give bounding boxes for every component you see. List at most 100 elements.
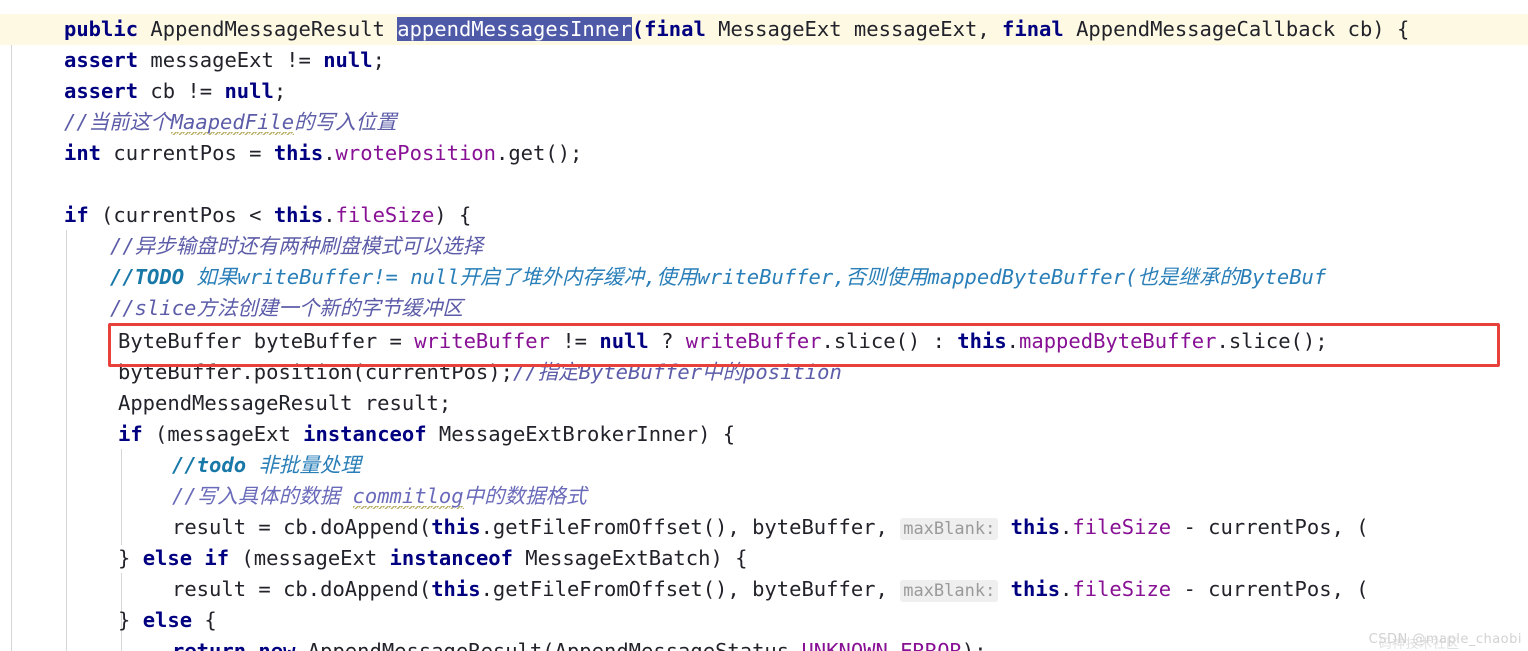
code-line-13[interactable]: AppendMessageResult result; <box>0 388 1528 419</box>
keyword-this: this <box>273 203 324 227</box>
todo-comment-text: 如果writeBuffer!= null开启了堆外内存缓冲,使用writeBuf… <box>184 265 1327 289</box>
comment-text: //slice方法创建一个新的字节缓冲区 <box>110 296 463 320</box>
keyword-return: return <box>172 639 247 651</box>
dot: . <box>1006 329 1020 353</box>
slice-call-1: .slice() : <box>821 329 958 353</box>
semicolon: ; <box>273 79 287 103</box>
code-line-8[interactable]: //异步输盘时还有两种刷盘模式可以选择 <box>0 231 1528 262</box>
code-line-3[interactable]: assert cb != null; <box>0 76 1528 107</box>
code-line-17[interactable]: result = cb.doAppend(this.getFileFromOff… <box>0 512 1528 543</box>
keyword-instanceof: instanceof <box>389 546 513 570</box>
keyword-if: if <box>64 203 89 227</box>
type-check: MessageExtBatch) { <box>512 546 748 570</box>
do-append-call: result = cb.doAppend( <box>172 577 432 601</box>
keyword-assert: assert <box>64 48 139 72</box>
code-line-19[interactable]: result = cb.doAppend(this.getFileFromOff… <box>0 574 1528 605</box>
dot: . <box>1060 577 1073 601</box>
keyword-if: if <box>204 546 230 570</box>
keyword-int: int <box>64 141 102 165</box>
field-fileSize: fileSize <box>335 203 435 227</box>
keyword-this: this <box>431 515 481 539</box>
method-call-get: .get(); <box>496 141 583 165</box>
field-wrotePosition: wrotePosition <box>335 141 496 165</box>
ternary-question: ? <box>648 329 686 353</box>
brace-close: } <box>118 546 143 570</box>
field-writeBuffer-2: writeBuffer <box>685 329 822 353</box>
param-2: AppendMessageCallback cb) { <box>1063 17 1410 41</box>
assert-expr: cb != <box>138 79 225 103</box>
constructor-call: AppendMessageResult(AppendMessageStatus. <box>295 639 802 651</box>
selected-method-name[interactable]: appendMessagesInner <box>397 17 632 41</box>
keyword-public: public <box>64 17 139 41</box>
code-line-20[interactable]: } else { <box>0 605 1528 636</box>
code-line-6-blank[interactable] <box>0 169 1528 200</box>
slice-call-2: .slice(); <box>1216 329 1328 353</box>
return-type: AppendMessageResult <box>138 17 398 41</box>
code-line-4[interactable]: //当前这个MaapedFile的写入位置 <box>0 107 1528 138</box>
comment-text: //当前这个 <box>64 110 171 134</box>
field-mappedByteBuffer: mappedByteBuffer <box>1019 329 1217 353</box>
dot: . <box>323 141 336 165</box>
code-content[interactable]: public AppendMessageResult appendMessage… <box>0 0 1528 651</box>
field-writeBuffer-1: writeBuffer <box>414 329 550 353</box>
parameter-hint-maxBlank[interactable]: maxBlank: <box>900 518 999 540</box>
code-line-15[interactable]: //todo 非批量处理 <box>0 450 1528 481</box>
code-line-7[interactable]: if (currentPos < this.fileSize) { <box>0 200 1528 231</box>
dot: . <box>323 203 336 227</box>
code-line-5[interactable]: int currentPos = this.wrotePosition.get(… <box>0 138 1528 169</box>
if-condition: (messageExt <box>142 422 304 446</box>
keyword-this: this <box>431 577 481 601</box>
keyword-final-2: final <box>1002 17 1064 41</box>
not-equal-op: != <box>549 329 600 353</box>
keyword-instanceof: instanceof <box>303 422 427 446</box>
keyword-null: null <box>224 79 274 103</box>
keyword-else: else <box>142 546 193 570</box>
expression-tail: - currentPos, ( <box>1171 577 1369 601</box>
keyword-new: new <box>258 639 296 651</box>
comment-typo-word: MaapedFile <box>170 110 295 135</box>
brace-open: { <box>192 608 217 632</box>
keyword-null: null <box>323 48 373 72</box>
code-line-21[interactable]: return new AppendMessageResult(AppendMes… <box>0 636 1528 651</box>
if-condition: (currentPos < <box>88 203 274 227</box>
get-file-from-offset: .getFileFromOffset(), byteBuffer, <box>480 577 901 601</box>
keyword-assert: assert <box>64 79 139 103</box>
todo-comment-text: 非批量处理 <box>246 453 361 477</box>
comment-text: //写入具体的数据 <box>172 484 353 508</box>
result-declaration: AppendMessageResult result; <box>118 391 452 415</box>
if-condition: (messageExt <box>229 546 390 570</box>
comment-text-tail: 中的数据格式 <box>463 484 587 508</box>
code-line-14[interactable]: if (messageExt instanceof MessageExtBrok… <box>0 419 1528 450</box>
code-line-11[interactable]: ByteBuffer byteBuffer = writeBuffer != n… <box>0 326 1528 357</box>
do-append-call: result = cb.doAppend( <box>172 515 432 539</box>
watermark-secondary-text: 码神技术社区 <box>1378 637 1460 651</box>
code-line-18[interactable]: } else if (messageExt instanceof Message… <box>0 543 1528 574</box>
code-line-12[interactable]: byteBuffer.position(currentPos);//指定Byte… <box>0 357 1528 388</box>
code-line-10[interactable]: //slice方法创建一个新的字节缓冲区 <box>0 293 1528 324</box>
todo-tag: //TODO <box>110 265 185 289</box>
expression-tail: - currentPos, ( <box>1171 515 1369 539</box>
keyword-final-1: final <box>644 17 706 41</box>
keyword-this: this <box>273 141 324 165</box>
comment-text-tail: 的写入位置 <box>294 110 397 134</box>
param-1: MessageExt messageExt, <box>705 17 1003 41</box>
code-line-16[interactable]: //写入具体的数据 commitlog中的数据格式 <box>0 481 1528 512</box>
code-editor[interactable]: public AppendMessageResult appendMessage… <box>0 0 1528 651</box>
code-line-9[interactable]: //TODO 如果writeBuffer!= null开启了堆外内存缓冲,使用w… <box>0 262 1528 293</box>
code-line-1[interactable]: public AppendMessageResult appendMessage… <box>0 14 1528 45</box>
declaration: ByteBuffer byteBuffer = <box>118 329 415 353</box>
comment-text: //异步输盘时还有两种刷盘模式可以选择 <box>110 234 484 258</box>
dot: . <box>1060 515 1073 539</box>
field-fileSize: fileSize <box>1072 577 1172 601</box>
parameter-hint-maxBlank[interactable]: maxBlank: <box>900 580 999 602</box>
keyword-else: else <box>142 608 193 632</box>
assert-expr: messageExt != <box>138 48 324 72</box>
enum-constant-unknown-error: UNKNOWN_ERROR <box>801 639 962 651</box>
code-line-2[interactable]: assert messageExt != null; <box>0 45 1528 76</box>
brace-close: } <box>118 608 143 632</box>
keyword-null: null <box>599 329 649 353</box>
field-fileSize: fileSize <box>1072 515 1172 539</box>
comment-typo-word: commitlog <box>352 484 464 509</box>
statement-end: ); <box>961 639 987 651</box>
paren-open: ( <box>631 17 645 41</box>
